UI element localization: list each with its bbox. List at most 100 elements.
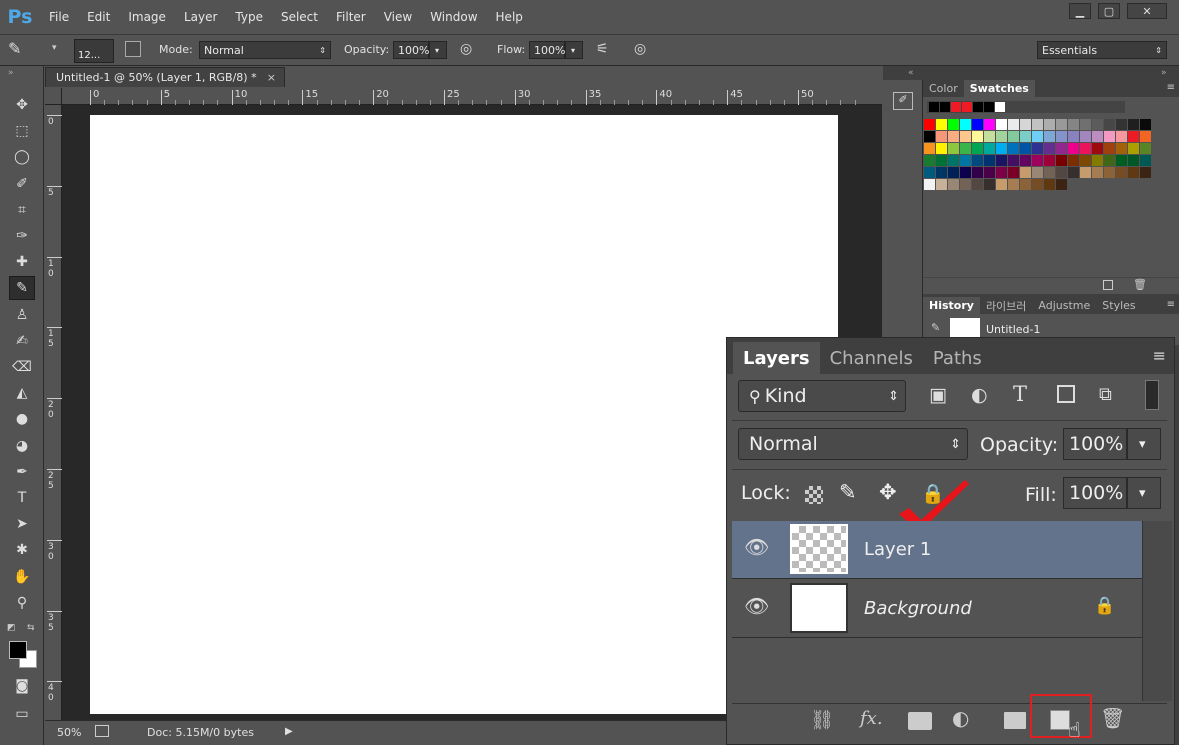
panel-menu-icon[interactable]: ≡	[1153, 346, 1166, 365]
color-swatch[interactable]	[1080, 167, 1091, 178]
lock-position-icon[interactable]: ✥	[879, 480, 897, 504]
collapse-icon[interactable]: «	[908, 68, 914, 78]
color-swatch[interactable]	[1044, 179, 1055, 190]
color-swatch[interactable]	[1032, 155, 1043, 166]
color-swatch[interactable]	[936, 179, 947, 190]
type-tool-icon[interactable]: T	[9, 486, 35, 510]
color-swatch[interactable]	[1092, 155, 1103, 166]
color-swatch[interactable]	[1056, 131, 1067, 142]
color-swatch[interactable]	[960, 143, 971, 154]
color-swatch[interactable]	[1116, 119, 1127, 130]
menu-type[interactable]: Type	[226, 10, 272, 24]
history-item[interactable]: Untitled-1	[986, 323, 1040, 336]
color-swatch[interactable]	[996, 143, 1007, 154]
flow-input[interactable]: 100%	[529, 41, 565, 59]
default-colors-icon[interactable]: ◩	[7, 623, 16, 633]
color-swatch[interactable]	[1080, 155, 1091, 166]
hand-tool-icon[interactable]: ✋	[9, 565, 35, 589]
color-swatch[interactable]	[972, 119, 983, 130]
mask-icon[interactable]	[908, 712, 932, 730]
tab-close-button[interactable]: ×	[267, 71, 276, 84]
filter-kind-select[interactable]: ⚲ Kind ⇕	[738, 380, 906, 412]
document-tab[interactable]: Untitled-1 @ 50% (Layer 1, RGB/8) * ×	[45, 67, 285, 87]
color-swatch[interactable]	[948, 179, 959, 190]
menu-layer[interactable]: Layer	[175, 10, 226, 24]
menu-file[interactable]: File	[40, 10, 78, 24]
color-swatch[interactable]	[1044, 155, 1055, 166]
color-swatch[interactable]	[972, 155, 983, 166]
menu-select[interactable]: Select	[272, 10, 327, 24]
mode-select[interactable]: Normal ⇕	[199, 41, 331, 59]
color-swatch[interactable]	[1008, 155, 1019, 166]
color-swatch[interactable]	[1068, 155, 1079, 166]
tab-adjustments[interactable]: Adjustme	[1032, 297, 1096, 314]
color-swatch[interactable]	[924, 167, 935, 178]
clone-stamp-tool-icon[interactable]: ♙	[9, 303, 35, 327]
trash-icon[interactable]: 🗑	[1133, 278, 1147, 291]
link-icon[interactable]: ⛓	[810, 708, 834, 731]
path-select-tool-icon[interactable]: ➤	[9, 512, 35, 536]
pen-tool-icon[interactable]: ✒	[9, 460, 35, 484]
color-swatch[interactable]	[1104, 155, 1115, 166]
pressure-size-icon[interactable]: ◎	[634, 41, 646, 57]
panel-brush-preset-icon[interactable]: ✐	[893, 92, 913, 110]
color-swatch[interactable]	[1104, 143, 1115, 154]
menu-view[interactable]: View	[375, 10, 421, 24]
eye-icon[interactable]: 👁	[744, 535, 769, 559]
recent-swatch[interactable]	[951, 102, 961, 112]
color-swatch[interactable]	[1128, 131, 1139, 142]
filter-type-icon[interactable]: T	[1013, 382, 1027, 406]
blend-mode-select[interactable]: Normal ⇕	[738, 428, 968, 460]
color-swatch[interactable]	[1020, 179, 1031, 190]
color-swatch[interactable]	[984, 167, 995, 178]
color-swatch[interactable]	[1092, 143, 1103, 154]
color-swatch[interactable]	[972, 143, 983, 154]
color-swatch[interactable]	[1044, 143, 1055, 154]
tab-color[interactable]: Color	[923, 80, 964, 97]
color-swatch[interactable]	[1032, 119, 1043, 130]
color-swatch[interactable]	[1128, 155, 1139, 166]
color-swatch[interactable]	[1116, 167, 1127, 178]
color-swatch[interactable]	[1128, 119, 1139, 130]
color-swatch[interactable]	[996, 167, 1007, 178]
color-swatch[interactable]	[924, 143, 935, 154]
color-swatch[interactable]	[1128, 143, 1139, 154]
layer-opacity-input[interactable]: 100%	[1063, 428, 1127, 460]
menu-window[interactable]: Window	[421, 10, 486, 24]
eye-icon[interactable]: 👁	[744, 594, 769, 618]
filter-shape-icon[interactable]	[1057, 385, 1075, 403]
color-swatch[interactable]	[948, 155, 959, 166]
lasso-tool-icon[interactable]: ◯	[9, 145, 35, 169]
tab-styles[interactable]: Styles	[1096, 297, 1141, 314]
opacity-input[interactable]: 100%	[393, 41, 429, 59]
quick-select-tool-icon[interactable]: ✐	[9, 172, 35, 196]
dodge-tool-icon[interactable]: ◕	[9, 434, 35, 458]
fill-input[interactable]: 100%	[1063, 477, 1127, 509]
color-swatch[interactable]	[1068, 143, 1079, 154]
brush-tool-icon[interactable]: ✎	[9, 276, 35, 301]
color-swatch[interactable]	[1104, 119, 1115, 130]
color-swatch[interactable]	[924, 131, 935, 142]
maximize-button[interactable]: ▢	[1098, 3, 1120, 19]
color-swatch[interactable]	[1044, 119, 1055, 130]
color-swatch[interactable]	[1020, 143, 1031, 154]
color-swatch[interactable]	[984, 143, 995, 154]
menu-edit[interactable]: Edit	[78, 10, 119, 24]
color-swatch[interactable]	[1116, 143, 1127, 154]
move-tool-icon[interactable]: ✥	[9, 93, 35, 117]
airbrush-icon[interactable]: ⚟	[596, 41, 609, 57]
paint-bucket-tool-icon[interactable]: ◭	[9, 381, 35, 405]
lock-image-pixels-icon[interactable]: ✎	[839, 480, 857, 504]
color-swatch[interactable]	[984, 179, 995, 190]
color-swatch[interactable]	[1140, 143, 1151, 154]
color-swatch[interactable]	[1044, 167, 1055, 178]
filter-adjustment-icon[interactable]: ◐	[971, 384, 988, 406]
color-swatch[interactable]	[1140, 119, 1151, 130]
color-swatch[interactable]	[1056, 143, 1067, 154]
color-swatch[interactable]	[1032, 179, 1043, 190]
brush-tool-icon[interactable]: ✎	[8, 39, 28, 59]
color-swatch[interactable]	[948, 119, 959, 130]
recent-swatch[interactable]	[962, 102, 972, 112]
color-swatch[interactable]	[1020, 155, 1031, 166]
color-swatch[interactable]	[936, 119, 947, 130]
